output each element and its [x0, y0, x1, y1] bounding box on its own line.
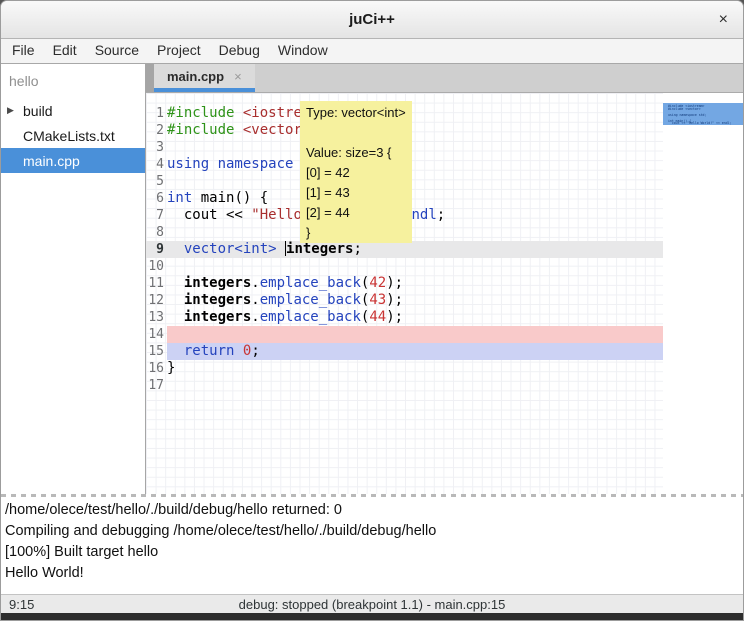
- code-text: vector<int> integers;: [167, 241, 663, 258]
- pane-separator-handle[interactable]: [1, 494, 743, 497]
- tree-item-main-cpp[interactable]: main.cpp: [1, 148, 145, 173]
- menu-item-window[interactable]: Window: [269, 39, 337, 63]
- line-number-5[interactable]: 5: [146, 173, 167, 190]
- code-text: [167, 258, 663, 275]
- code-text: #include <iostream>: [167, 105, 663, 122]
- tree-item-cmakelists-txt[interactable]: CMakeLists.txt: [1, 123, 145, 148]
- line-number-13[interactable]: 13: [146, 309, 167, 326]
- tab-main-cpp[interactable]: main.cpp ×: [154, 64, 255, 92]
- code-text: [167, 224, 663, 241]
- code-text: [167, 139, 663, 156]
- file-tree-panel: hello ▶build CMakeLists.txt main.cpp: [1, 64, 146, 494]
- line-number-9[interactable]: 9: [146, 241, 167, 258]
- status-debug-message: debug: stopped (breakpoint 1.1) - main.c…: [1, 597, 743, 612]
- tree-item-label: main.cpp: [23, 153, 80, 169]
- tooltip-line: [0] = 42: [306, 163, 406, 183]
- status-location: 9:15: [9, 597, 34, 612]
- project-name: hello: [1, 64, 145, 98]
- code-line-17[interactable]: 17: [146, 377, 663, 394]
- line-number-2[interactable]: 2: [146, 122, 167, 139]
- code-text: [167, 326, 663, 343]
- tooltip-line: }: [306, 223, 406, 243]
- line-number-15[interactable]: 15: [146, 343, 167, 360]
- code-text: int main() {: [167, 190, 663, 207]
- line-number-3[interactable]: 3: [146, 139, 167, 156]
- code-text: return 0;: [167, 343, 663, 360]
- code-text: integers.emplace_back(44);: [167, 309, 663, 326]
- status-bar: debug: stopped (breakpoint 1.1) - main.c…: [1, 594, 743, 613]
- code-text: integers.emplace_back(42);: [167, 275, 663, 292]
- code-line-9[interactable]: 9 vector<int> integers;: [146, 241, 663, 258]
- tooltip-line: Value: size=3 {: [306, 143, 406, 163]
- editor-column: main.cpp × 1#include <iostream>2#include…: [146, 64, 743, 494]
- menu-item-file[interactable]: File: [3, 39, 44, 63]
- code-line-13[interactable]: 13 integers.emplace_back(44);: [146, 309, 663, 326]
- menu-item-edit[interactable]: Edit: [44, 39, 86, 63]
- minimap[interactable]: #include <iostream>#include <vector> usi…: [663, 93, 743, 494]
- code-text: [167, 377, 663, 394]
- tree-item-label: CMakeLists.txt: [23, 128, 115, 144]
- line-number-14[interactable]: 14: [146, 326, 167, 343]
- code-text: [167, 173, 663, 190]
- menu-item-project[interactable]: Project: [148, 39, 210, 63]
- output-lines: /home/olece/test/hello/./build/debug/hel…: [5, 500, 739, 584]
- tooltip-line: [2] = 44: [306, 203, 406, 223]
- output-line: Compiling and debugging /home/olece/test…: [5, 521, 739, 542]
- code-line-16[interactable]: 16}: [146, 360, 663, 377]
- code-text: integers.emplace_back(43);: [167, 292, 663, 309]
- code-text: using namespace std;: [167, 156, 663, 173]
- line-number-11[interactable]: 11: [146, 275, 167, 292]
- code-text: }: [167, 360, 663, 377]
- output-panel[interactable]: /home/olece/test/hello/./build/debug/hel…: [1, 494, 743, 594]
- line-number-17[interactable]: 17: [146, 377, 167, 394]
- editor-area: 1#include <iostream>2#include <vector>34…: [146, 93, 743, 494]
- debug-value-tooltip: Type: vector<int> Value: size=3 { [0] = …: [300, 101, 412, 243]
- app-window: juCi++ × FileEditSourceProjectDebugWindo…: [0, 0, 744, 621]
- tooltip-line: [1] = 43: [306, 183, 406, 203]
- line-number-12[interactable]: 12: [146, 292, 167, 309]
- window-titlebar[interactable]: juCi++ ×: [1, 1, 743, 39]
- close-icon[interactable]: ×: [719, 10, 728, 30]
- menu-bar: FileEditSourceProjectDebugWindow: [1, 39, 743, 64]
- line-number-1[interactable]: 1: [146, 105, 167, 122]
- minimap-viewport[interactable]: #include <iostream>#include <vector> usi…: [663, 103, 743, 125]
- main-area: hello ▶build CMakeLists.txt main.cpp main.…: [1, 64, 743, 494]
- file-tree: ▶build CMakeLists.txt main.cpp: [1, 98, 145, 173]
- output-line: Hello World!: [5, 563, 739, 584]
- tab-bar: main.cpp ×: [146, 64, 743, 93]
- code-line-15[interactable]: 15 return 0;: [146, 343, 663, 360]
- code-line-11[interactable]: 11 integers.emplace_back(42);: [146, 275, 663, 292]
- menu-item-debug[interactable]: Debug: [210, 39, 269, 63]
- tooltip-line: Type: vector<int>: [306, 103, 406, 123]
- minimap-code-line: cout << "Hello World!" << endl;: [668, 122, 743, 125]
- window-title: juCi++: [349, 11, 395, 28]
- tab-bar-notch: [146, 64, 154, 92]
- line-number-6[interactable]: 6: [146, 190, 167, 207]
- tooltip-line: [306, 123, 406, 143]
- menu-item-source[interactable]: Source: [86, 39, 148, 63]
- output-line: [100%] Built target hello: [5, 542, 739, 563]
- line-number-16[interactable]: 16: [146, 360, 167, 377]
- line-number-10[interactable]: 10: [146, 258, 167, 275]
- tab-label: main.cpp: [167, 69, 224, 84]
- line-number-7[interactable]: 7: [146, 207, 167, 224]
- code-line-14[interactable]: 14: [146, 326, 663, 343]
- code-line-10[interactable]: 10: [146, 258, 663, 275]
- tree-item-label: build: [23, 103, 53, 119]
- tab-close-icon[interactable]: ×: [234, 69, 242, 84]
- code-line-12[interactable]: 12 integers.emplace_back(43);: [146, 292, 663, 309]
- tree-item-build[interactable]: ▶build: [1, 98, 145, 123]
- expander-icon[interactable]: ▶: [7, 105, 23, 116]
- line-number-4[interactable]: 4: [146, 156, 167, 173]
- window-bottom-edge: [1, 613, 743, 620]
- code-text: cout << "Hello World!" << endl;: [167, 207, 663, 224]
- line-number-8[interactable]: 8: [146, 224, 167, 241]
- output-line: /home/olece/test/hello/./build/debug/hel…: [5, 500, 739, 521]
- code-text: #include <vector>: [167, 122, 663, 139]
